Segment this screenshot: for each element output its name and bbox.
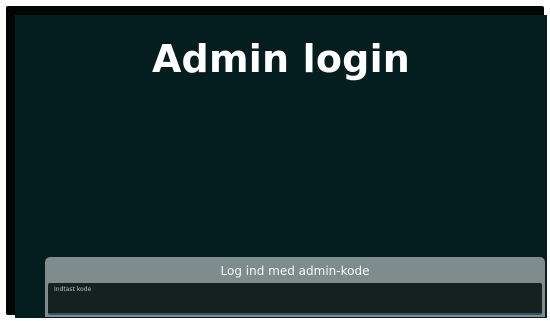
admin-code-input[interactable] (48, 283, 542, 315)
admin-login-panel: Log ind med admin-kode (45, 257, 545, 317)
admin-code-field-container (48, 283, 542, 315)
page-title: Admin login (151, 37, 411, 81)
device-frame: Admin login Log ind med admin-kode (6, 6, 547, 318)
login-panel-heading: Log ind med admin-kode (220, 264, 370, 278)
admin-login-screen: Admin login Log ind med admin-kode (15, 15, 547, 318)
input-underline (48, 313, 542, 315)
